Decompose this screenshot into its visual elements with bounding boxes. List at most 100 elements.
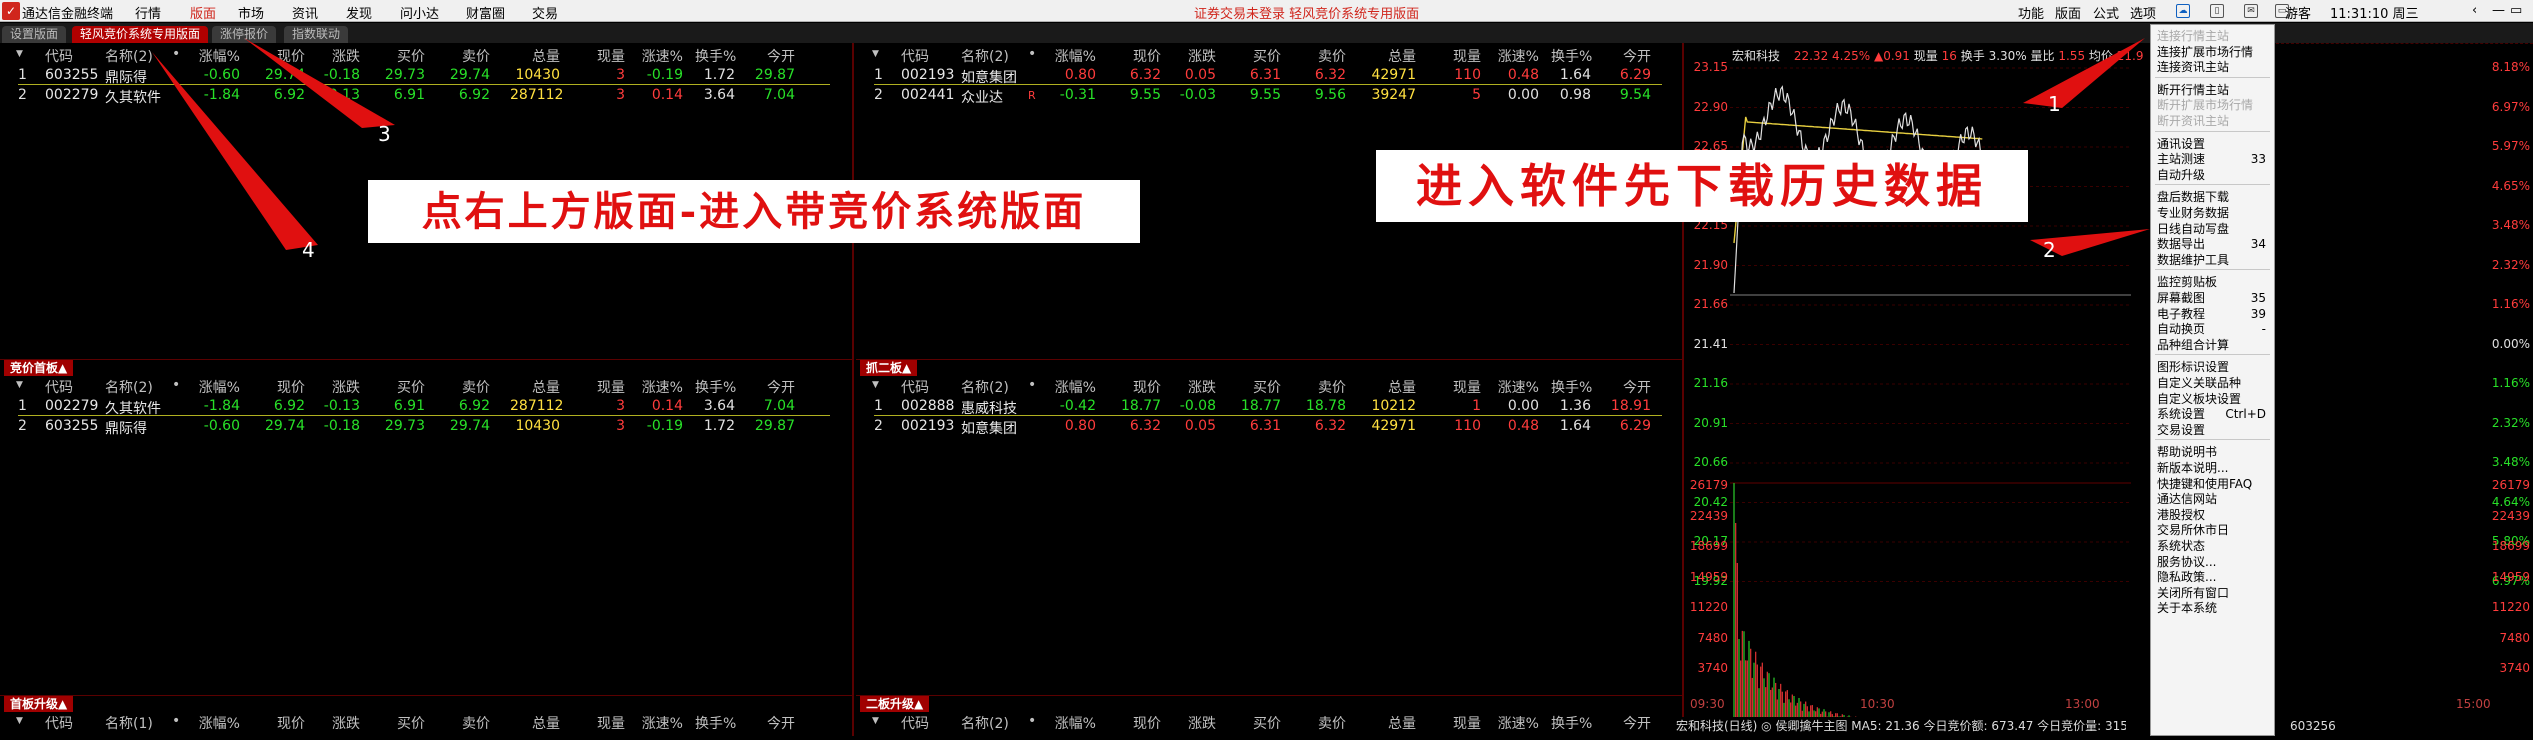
column-header[interactable]: 现量 xyxy=(1436,377,1481,397)
column-header[interactable]: 今开 xyxy=(1596,713,1651,733)
table-row[interactable]: 2 002193 如意集团 0.80 6.32 0.05 6.31 6.32 42971 110 0… xyxy=(856,416,1684,437)
menu-banmian[interactable]: 版面 xyxy=(190,3,216,22)
menu-gongneng[interactable]: 功能 xyxy=(2018,3,2044,22)
column-header[interactable]: 换手% xyxy=(695,46,736,66)
column-header[interactable]: 代码 xyxy=(45,377,73,397)
column-header[interactable]: • xyxy=(172,377,180,393)
column-header[interactable]: 现量 xyxy=(580,377,625,397)
table-row[interactable]: 2 603255 鼎际得 -0.60 29.74 -0.18 29.73 29.74 10430… xyxy=(0,416,852,437)
column-header[interactable]: 买价 xyxy=(380,377,425,397)
back-icon[interactable]: ‹ xyxy=(2472,3,2477,18)
phone-icon[interactable]: ▯ xyxy=(2210,4,2224,18)
column-header[interactable]: 现价 xyxy=(1121,713,1161,733)
menu-item[interactable]: 关于本系统 xyxy=(2157,599,2217,617)
column-header[interactable]: 代码 xyxy=(45,713,73,733)
column-header[interactable]: 代码 xyxy=(45,46,73,66)
sort-arrow-icon[interactable]: ▼ xyxy=(872,49,879,59)
tab-index-link[interactable]: 指数联动 xyxy=(284,26,349,43)
menu-gongshi[interactable]: 公式 xyxy=(2093,3,2119,22)
column-header[interactable]: 换手% xyxy=(1551,377,1592,397)
column-header[interactable]: 卖价 xyxy=(445,713,490,733)
table-row[interactable]: 1 603255 鼎际得 -0.60 29.74 -0.18 29.73 29.74 10430… xyxy=(0,65,852,86)
mail-icon[interactable]: ✉ xyxy=(2244,4,2258,18)
table-row[interactable]: 2 002441 众业达 R -0.31 9.55 -0.03 9.55 9.56 39247 5 0… xyxy=(856,85,1684,106)
column-header[interactable]: 代码 xyxy=(901,46,929,66)
column-header[interactable]: 涨跌 xyxy=(315,377,360,397)
column-header[interactable]: 涨跌 xyxy=(1171,46,1216,66)
sort-arrow-icon[interactable]: ▼ xyxy=(872,716,879,726)
column-header[interactable]: 名称(1) xyxy=(105,713,153,733)
column-header[interactable]: 代码 xyxy=(901,377,929,397)
column-header[interactable]: 总量 xyxy=(1366,377,1416,397)
column-header[interactable]: 名称(2) xyxy=(961,46,1009,66)
column-header[interactable]: 买价 xyxy=(1236,377,1281,397)
tab-settings[interactable]: 设置版面 xyxy=(2,26,67,43)
column-header[interactable]: 涨速% xyxy=(638,713,683,733)
column-header[interactable]: 名称(2) xyxy=(105,46,153,66)
column-header[interactable]: 总量 xyxy=(510,713,560,733)
table-row[interactable]: 2 002279 久其软件 -1.84 6.92 -0.13 6.91 6.92 287112 3… xyxy=(0,85,852,106)
column-header[interactable]: 换手% xyxy=(1551,46,1592,66)
column-header[interactable]: 涨速% xyxy=(1494,46,1539,66)
column-header[interactable]: 涨速% xyxy=(638,46,683,66)
column-header[interactable]: 名称(2) xyxy=(105,377,153,397)
menu-zixun[interactable]: 资讯 xyxy=(292,3,318,22)
column-header[interactable]: 卖价 xyxy=(1301,713,1346,733)
tab-limit-up[interactable]: 涨停报价 xyxy=(212,26,277,43)
column-header[interactable]: 今开 xyxy=(1596,46,1651,66)
column-header[interactable]: 换手% xyxy=(695,377,736,397)
column-header[interactable]: 总量 xyxy=(1366,713,1416,733)
column-header[interactable]: 总量 xyxy=(510,46,560,66)
restore-icon[interactable]: ▭ xyxy=(2510,3,2522,18)
user-label[interactable]: 游客 xyxy=(2285,3,2311,22)
bot-right-pane-title[interactable]: 二板升级▲ xyxy=(860,696,930,712)
menu-item[interactable]: 交易设置 xyxy=(2157,421,2205,439)
column-header[interactable]: 总量 xyxy=(510,377,560,397)
menu-item[interactable]: 自动升级 xyxy=(2157,166,2205,184)
menu-item[interactable]: 数据维护工具 xyxy=(2157,251,2229,269)
column-header[interactable]: 现价 xyxy=(265,46,305,66)
column-header[interactable]: 买价 xyxy=(1236,46,1281,66)
menu-item[interactable]: 品种组合计算 xyxy=(2157,336,2229,354)
cloud-icon[interactable]: ☁ xyxy=(2176,4,2190,18)
column-header[interactable]: • xyxy=(172,46,180,62)
sort-arrow-icon[interactable]: ▼ xyxy=(16,49,23,59)
table-row[interactable]: 1 002888 惠威科技 -0.42 18.77 -0.08 18.77 18.78 1021… xyxy=(856,396,1684,417)
mid-right-pane-title[interactable]: 抓二板▲ xyxy=(860,360,918,376)
menu-shichang[interactable]: 市场 xyxy=(238,3,264,22)
menu-caifuquan[interactable]: 财富圈 xyxy=(466,3,505,22)
column-header[interactable]: 代码 xyxy=(901,713,929,733)
sort-arrow-icon[interactable]: ▼ xyxy=(16,380,23,390)
column-header[interactable]: 今开 xyxy=(740,46,795,66)
column-header[interactable]: 涨跌 xyxy=(1171,713,1216,733)
column-header[interactable]: 今开 xyxy=(740,713,795,733)
menu-xuanxiang[interactable]: 选项 xyxy=(2130,3,2156,22)
menu-wenxiaoda[interactable]: 问小达 xyxy=(400,3,439,22)
column-header[interactable]: 买价 xyxy=(380,46,425,66)
column-header[interactable]: 今开 xyxy=(1596,377,1651,397)
table-row[interactable]: 1 002279 久其软件 -1.84 6.92 -0.13 6.91 6.92 287112 3… xyxy=(0,396,852,417)
sort-arrow-icon[interactable]: ▼ xyxy=(872,380,879,390)
column-header[interactable]: • xyxy=(1028,713,1036,729)
column-header[interactable]: 名称(2) xyxy=(961,713,1009,733)
column-header[interactable]: 现量 xyxy=(580,713,625,733)
column-header[interactable]: 现价 xyxy=(265,713,305,733)
column-header[interactable]: 现价 xyxy=(1121,377,1161,397)
menu-item[interactable]: 断开资讯主站 xyxy=(2157,112,2229,130)
column-header[interactable]: 涨幅% xyxy=(1051,713,1096,733)
column-header[interactable]: • xyxy=(172,713,180,729)
sort-arrow-icon[interactable]: ▼ xyxy=(16,716,23,726)
column-header[interactable]: 涨幅% xyxy=(195,377,240,397)
column-header[interactable]: 现量 xyxy=(580,46,625,66)
minimize-icon[interactable]: — xyxy=(2492,3,2505,18)
column-header[interactable]: 总量 xyxy=(1366,46,1416,66)
menu-hangqing[interactable]: 行情 xyxy=(135,3,161,22)
menu-jiaoyi[interactable]: 交易 xyxy=(532,3,558,22)
column-header[interactable]: 涨速% xyxy=(638,377,683,397)
menu-faxian[interactable]: 发现 xyxy=(346,3,372,22)
column-header[interactable]: 现量 xyxy=(1436,713,1481,733)
column-header[interactable]: 卖价 xyxy=(1301,377,1346,397)
column-header[interactable]: 涨跌 xyxy=(315,713,360,733)
menu-banmian-right[interactable]: 版面 xyxy=(2055,3,2081,22)
column-header[interactable]: 换手% xyxy=(1551,713,1592,733)
